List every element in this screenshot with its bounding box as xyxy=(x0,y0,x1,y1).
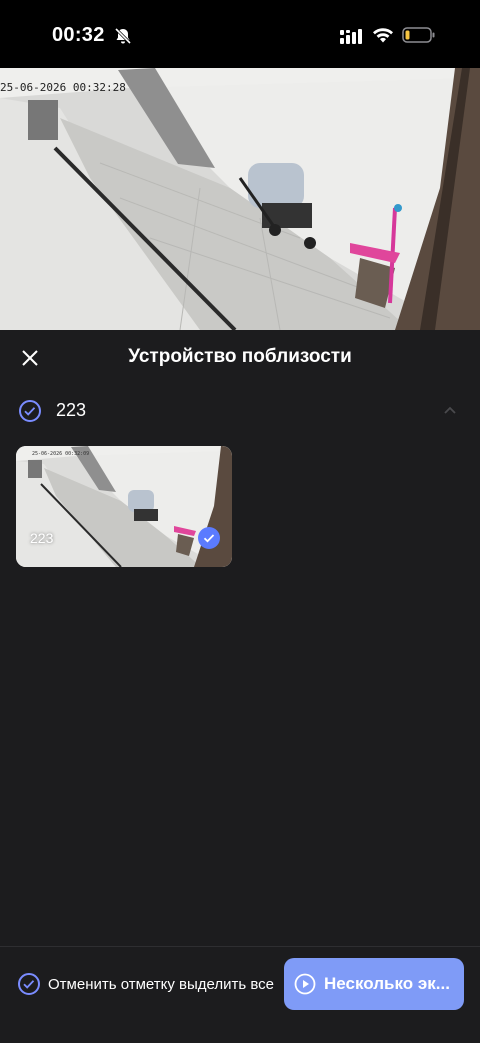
device-label: 223 xyxy=(30,530,54,546)
camera-timestamp: 25-06-2026 00:32:28 xyxy=(0,81,126,94)
camera-frame-image xyxy=(0,68,480,330)
device-group-header[interactable]: 223 xyxy=(0,394,480,428)
status-time: 00:32 xyxy=(52,24,105,46)
cellular-signal-icon xyxy=(340,29,362,44)
play-circle-icon xyxy=(294,973,316,995)
group-label: 223 xyxy=(56,400,87,420)
select-all-label[interactable]: Отменить отметку выделить все xyxy=(48,976,274,993)
camera-live-view[interactable] xyxy=(0,68,480,330)
wifi-icon xyxy=(373,28,393,43)
check-icon xyxy=(24,407,36,416)
sheet-title: Устройство поблизости xyxy=(128,346,352,367)
chevron-up-icon[interactable] xyxy=(442,404,458,416)
bell-slash-icon xyxy=(114,27,132,45)
check-icon xyxy=(203,534,215,543)
group-checkbox[interactable] xyxy=(19,400,41,422)
battery-low-icon xyxy=(402,27,435,43)
status-bar: 00:32 xyxy=(0,0,480,68)
multi-view-label: Несколько эк... xyxy=(324,974,450,993)
nearby-devices-sheet xyxy=(0,330,480,1043)
footer-divider xyxy=(0,946,480,947)
select-all-checkbox[interactable] xyxy=(18,973,40,995)
multi-view-button[interactable]: Несколько эк... xyxy=(284,958,464,1010)
check-icon xyxy=(23,980,35,989)
svg-text:25-06-2026 00:32:09: 25-06-2026 00:32:09 xyxy=(32,451,89,457)
device-selected-check[interactable] xyxy=(198,527,220,549)
device-card[interactable]: 25-06-2026 00:32:09 223 xyxy=(16,446,232,567)
